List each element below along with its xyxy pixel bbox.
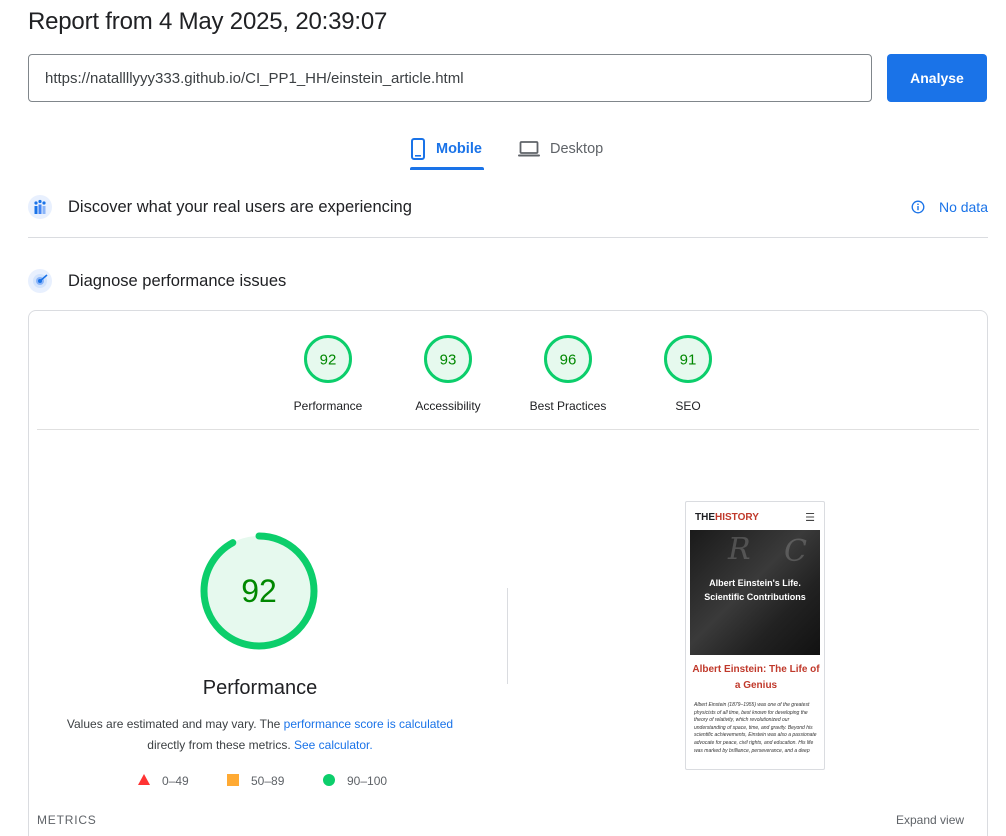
section-divider	[28, 237, 988, 238]
circle-icon	[323, 773, 335, 789]
legend-pass: 90–100	[323, 772, 387, 790]
lab-data-section: Diagnose performance issues	[28, 266, 988, 296]
gauge-score: 92	[320, 352, 337, 369]
site-logo-the: THE	[695, 512, 715, 523]
gauge-accessibility[interactable]: 93 Accessibility	[388, 334, 508, 413]
gauge-seo[interactable]: 91 SEO	[628, 334, 748, 413]
lighthouse-icon	[28, 269, 52, 293]
gauge-ring: 91	[664, 335, 712, 383]
legend-range: 90–100	[347, 774, 388, 788]
laptop-icon	[518, 140, 540, 158]
chalkboard-decoration: C	[784, 534, 807, 569]
tab-mobile-label: Mobile	[436, 141, 482, 157]
article-heading: Albert Einstein: The Life of a Genius	[692, 664, 820, 691]
expand-view-button[interactable]: Expand view	[896, 813, 964, 827]
gauge-score: 91	[680, 352, 697, 369]
gauge-score: 93	[440, 352, 457, 369]
hero-text: Albert Einstein's Life. Scientific Contr…	[704, 578, 806, 602]
tab-desktop[interactable]: Desktop	[518, 128, 603, 170]
crux-icon	[28, 195, 52, 219]
article-body: Albert Einstein (1879–1955) was one of t…	[694, 702, 817, 754]
device-tabs: Mobile Desktop	[0, 128, 1006, 170]
no-data-label: No data	[938, 199, 988, 215]
legend-average: 50–89	[227, 772, 284, 790]
metrics-label: METRICS	[37, 813, 97, 827]
performance-gauge: 92	[200, 532, 318, 650]
performance-title: Performance	[202, 677, 318, 699]
tab-active-indicator	[410, 167, 484, 170]
hamburger-menu-icon: ☰	[805, 512, 815, 524]
score-calculation-link[interactable]: performance score is calculated	[284, 717, 453, 731]
gauge-ring: 93	[424, 335, 472, 383]
report-title: Report from 4 May 2025, 20:39:07	[28, 8, 388, 35]
tab-mobile[interactable]: Mobile	[410, 128, 484, 170]
info-icon	[911, 200, 925, 214]
gauge-best-practices[interactable]: 96 Best Practices	[508, 334, 628, 413]
lab-data-title: Diagnose performance issues	[68, 271, 287, 290]
gauge-label: Performance	[293, 399, 363, 413]
site-logo-history: HISTORY	[715, 512, 759, 523]
card-divider	[37, 429, 979, 430]
note-text: Values are estimated and may vary. The	[66, 717, 284, 731]
square-icon	[227, 773, 239, 789]
field-data-title: Discover what your real users are experi…	[68, 197, 412, 216]
gauge-label: Best Practices	[529, 399, 607, 413]
gauge-performance[interactable]: 92 Performance	[268, 334, 388, 413]
gauge-label: Accessibility	[415, 399, 481, 413]
note-text: directly from these metrics.	[147, 738, 294, 752]
legend-range: 0–49	[162, 774, 189, 788]
smartphone-icon	[410, 138, 426, 160]
gauge-label: SEO	[675, 399, 701, 413]
tab-desktop-label: Desktop	[550, 141, 604, 157]
chalkboard-decoration: R	[728, 532, 751, 567]
gauge-ring: 92	[304, 335, 352, 383]
calculator-link[interactable]: See calculator.	[294, 738, 373, 752]
gauge-ring: 96	[544, 335, 592, 383]
gauge-score: 96	[560, 352, 577, 369]
vertical-divider	[507, 588, 508, 684]
hero-image: R C Albert Einstein's Life. Scientific C…	[690, 530, 820, 655]
no-data-link[interactable]: No data	[911, 192, 988, 222]
field-data-section: Discover what your real users are experi…	[28, 192, 988, 222]
analyse-button[interactable]: Analyse	[887, 54, 987, 102]
final-screenshot[interactable]: THEHISTORY ☰ R C Albert Einstein's Life.…	[685, 501, 825, 770]
performance-score: 92	[241, 573, 277, 609]
triangle-icon	[138, 774, 150, 788]
site-header: THEHISTORY ☰	[695, 512, 817, 526]
category-gauges: 92 Performance 93 Accessibility 96 Best …	[260, 334, 740, 418]
url-input[interactable]	[28, 54, 872, 102]
legend-fail: 0–49	[138, 772, 189, 790]
legend-range: 50–89	[251, 774, 285, 788]
performance-note: Values are estimated and may vary. The p…	[60, 714, 460, 756]
